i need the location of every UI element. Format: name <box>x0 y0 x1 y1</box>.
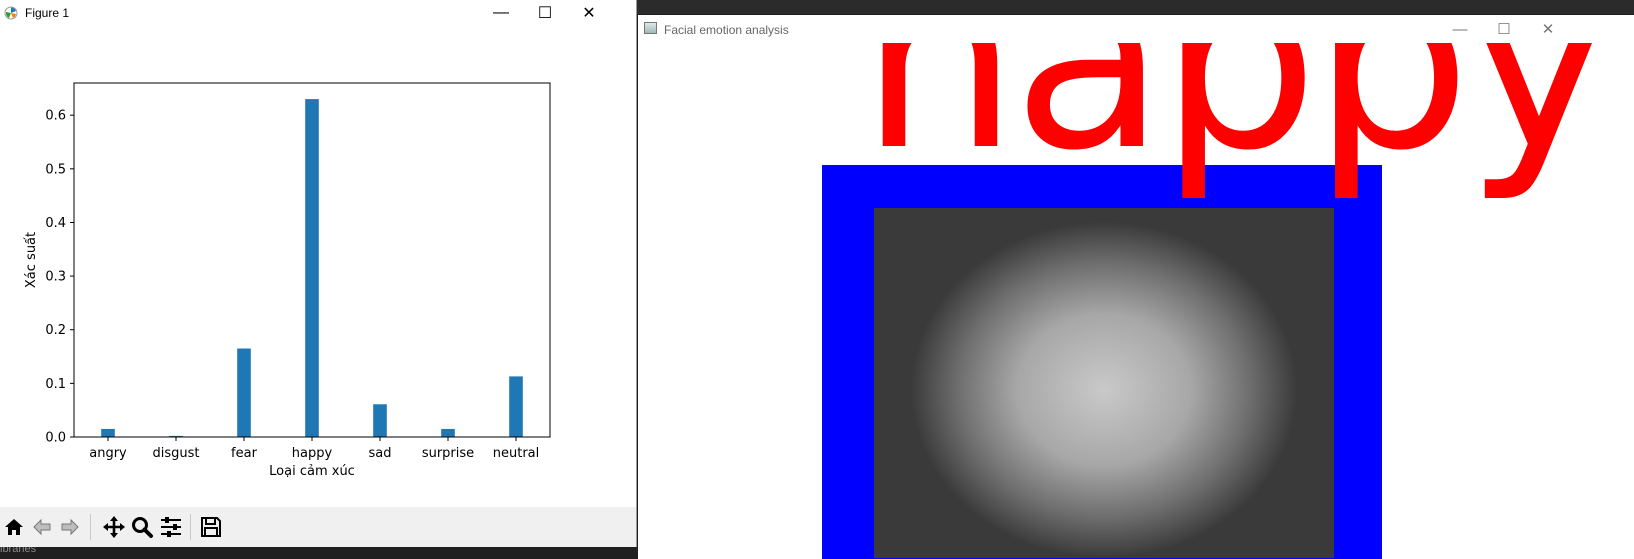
x-tick-label: disgust <box>153 446 200 461</box>
configure-subplots-button[interactable] <box>158 512 184 542</box>
y-tick-label: 0.2 <box>45 323 66 338</box>
bar-surprise <box>441 428 455 437</box>
minimize-button[interactable]: — <box>478 0 524 26</box>
bar-angry <box>101 428 115 437</box>
x-tick-label: angry <box>89 446 127 461</box>
close-button[interactable]: ✕ <box>1526 15 1570 43</box>
bar-sad <box>373 404 387 437</box>
forward-arrow-icon <box>61 518 79 536</box>
home-button[interactable] <box>1 512 27 542</box>
figure-titlebar[interactable]: Figure 1 — ☐ ✕ <box>0 0 636 26</box>
y-tick-label: 0.0 <box>45 431 66 446</box>
save-button[interactable] <box>198 512 224 542</box>
maximize-button[interactable]: ☐ <box>1482 15 1526 43</box>
y-tick-label: 0.6 <box>45 109 66 124</box>
emotion-titlebar[interactable]: Facial emotion analysis — ☐ ✕ <box>638 15 1634 43</box>
window-title: Figure 1 <box>25 6 70 20</box>
x-axis-label: Loại cảm xúc <box>269 464 355 479</box>
bar-chart: 0.0 0.1 0.2 0.3 0.4 0.5 0.6 angry disgust fear hap… <box>24 82 551 479</box>
pan-button[interactable] <box>101 512 127 542</box>
pan-icon <box>103 516 125 538</box>
back-arrow-icon <box>33 518 51 536</box>
y-tick-label: 0.5 <box>45 162 66 177</box>
emotion-window: Facial emotion analysis — ☐ ✕ happy <box>638 15 1634 559</box>
bar-happy <box>305 99 319 437</box>
zoom-button[interactable] <box>129 512 155 542</box>
window-app-icon <box>644 22 657 34</box>
maximize-button[interactable]: ☐ <box>522 0 568 26</box>
y-tick-label: 0.4 <box>45 216 66 231</box>
chart-area: 0.0 0.1 0.2 0.3 0.4 0.5 0.6 angry disgust fear hap… <box>0 26 636 507</box>
figure-window: Figure 1 — ☐ ✕ 0.0 0.1 0.2 0.3 0.4 0.5 0.6 angr… <box>0 0 637 547</box>
home-icon <box>5 519 23 535</box>
matplotlib-logo-icon <box>4 6 18 20</box>
zoom-icon <box>132 517 153 538</box>
x-tick-label: happy <box>292 446 333 461</box>
forward-button[interactable] <box>57 512 83 542</box>
back-button[interactable] <box>29 512 55 542</box>
x-tick-label: sad <box>369 446 392 461</box>
toolbar-separator <box>190 514 191 540</box>
face-image <box>874 208 1334 558</box>
minimize-button[interactable]: — <box>1438 15 1482 43</box>
save-icon <box>201 517 221 537</box>
y-tick-label: 0.3 <box>45 270 66 285</box>
navigation-toolbar <box>0 507 636 547</box>
emotion-label: happy <box>860 43 1613 205</box>
video-frame: happy <box>638 43 1634 559</box>
background-strip <box>612 0 1634 14</box>
y-tick-label: 0.1 <box>45 377 66 392</box>
y-axis-label: Xác suất <box>24 232 39 288</box>
configure-subplots-icon <box>161 517 181 537</box>
bar-fear <box>237 348 251 437</box>
toolbar-separator <box>90 514 91 540</box>
x-tick-label: surprise <box>422 446 474 461</box>
x-tick-label: neutral <box>493 446 540 461</box>
close-button[interactable]: ✕ <box>566 0 612 26</box>
x-tick-label: fear <box>231 446 258 461</box>
bar-neutral <box>509 376 523 437</box>
window-title: Facial emotion analysis <box>664 23 789 37</box>
